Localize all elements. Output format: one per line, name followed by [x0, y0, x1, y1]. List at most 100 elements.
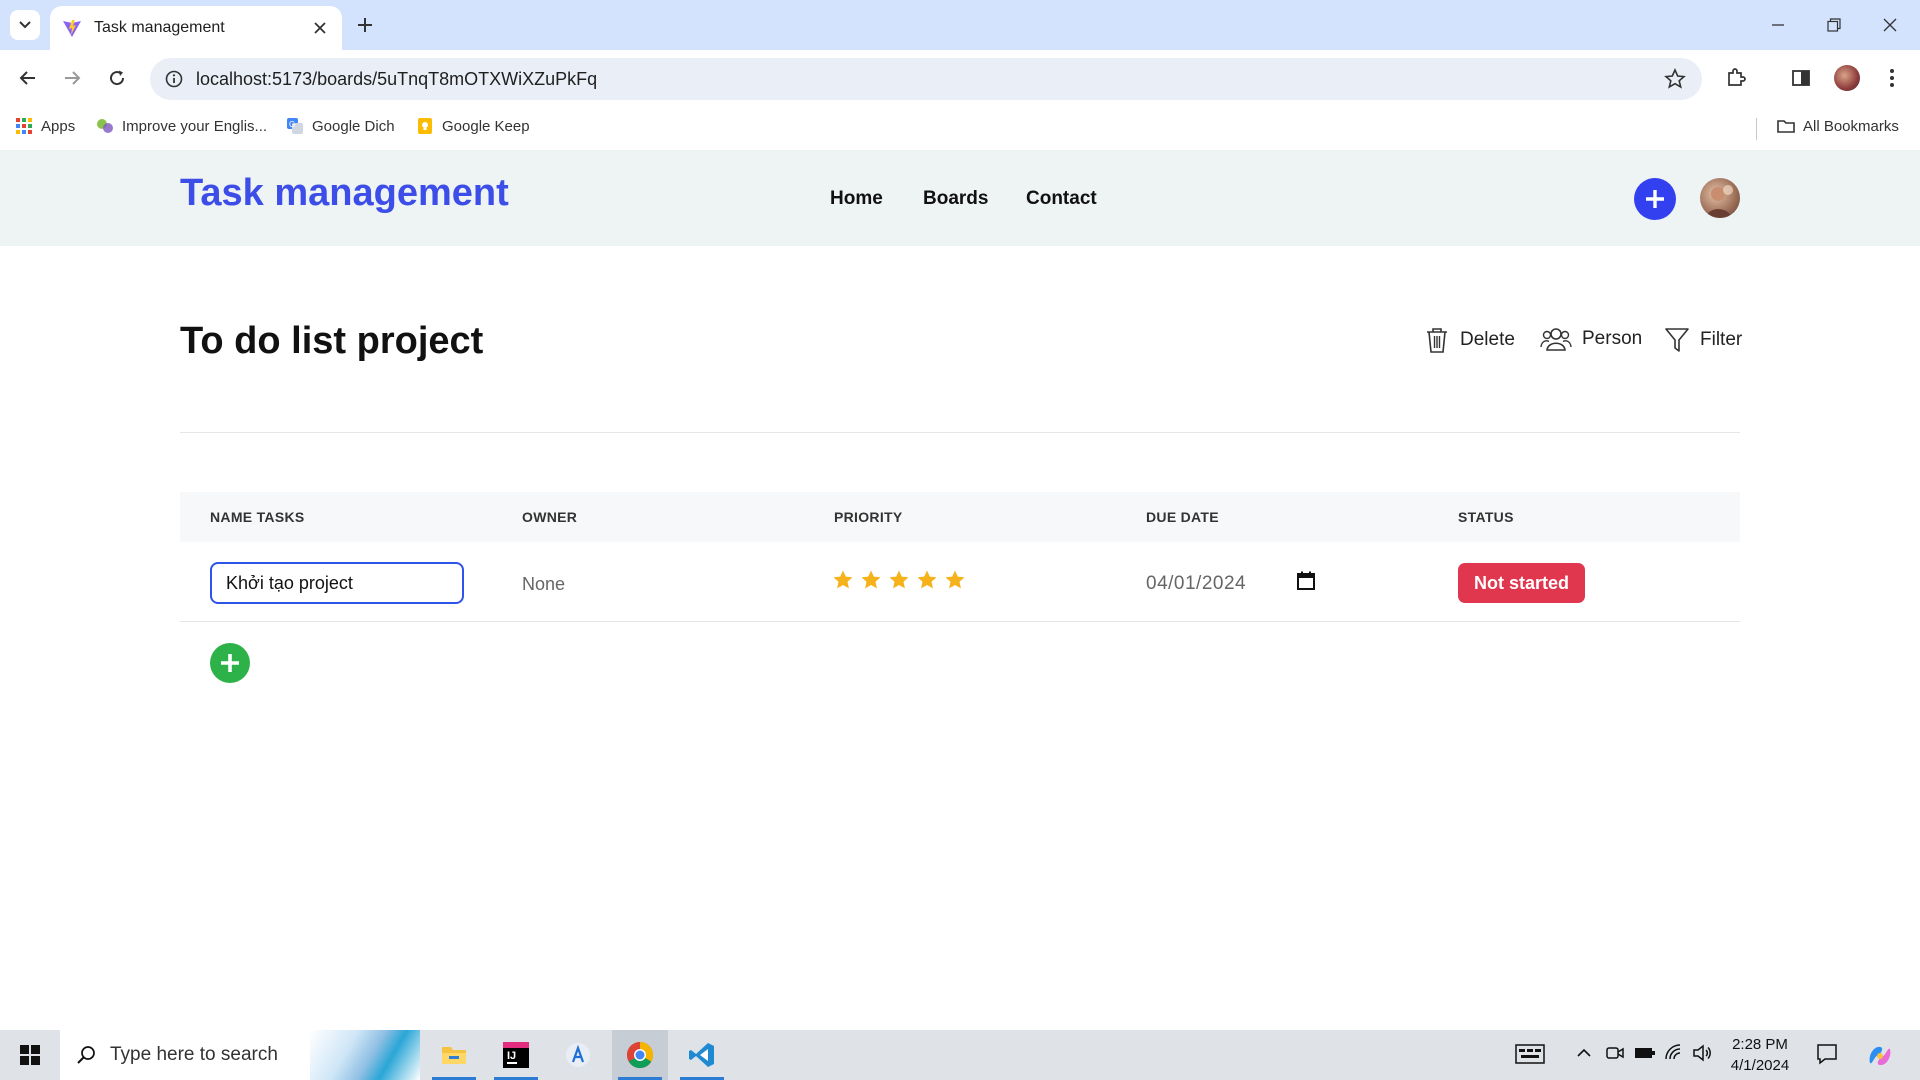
plus-icon — [1646, 190, 1664, 208]
person-label: Person — [1582, 328, 1643, 349]
notifications-icon[interactable] — [1816, 1043, 1838, 1065]
puzzle-icon — [1728, 68, 1746, 86]
search-icon — [77, 1046, 95, 1064]
star-icon[interactable] — [832, 569, 854, 591]
clock-date: 4/1/2024 — [1730, 1057, 1790, 1074]
taskbar-app-store[interactable] — [550, 1030, 606, 1080]
forward-button[interactable] — [56, 62, 88, 94]
show-hidden-icons-chevron-up-icon[interactable] — [1576, 1043, 1592, 1063]
bookmark-apps[interactable]: Apps — [15, 117, 75, 135]
search-highlight-image — [310, 1030, 420, 1080]
profile-avatar-button[interactable] — [1831, 62, 1863, 94]
nav-link-contact[interactable]: Contact — [1026, 188, 1097, 210]
side-panel-button[interactable] — [1785, 62, 1817, 94]
due-date-input[interactable]: 04/01/2024 — [1146, 573, 1246, 595]
bookmark-google-dich[interactable]: G Google Dich — [286, 117, 395, 135]
bookmark-improve-english[interactable]: Improve your Englis... — [96, 117, 267, 135]
address-bar[interactable]: localhost:5173/boards/5uTnqT8mOTXWiXZuPk… — [150, 58, 1702, 100]
user-photo-icon — [1706, 185, 1733, 218]
task-name-input[interactable] — [210, 562, 464, 604]
taskbar-vscode[interactable] — [674, 1030, 730, 1080]
browser-menu-button[interactable] — [1876, 62, 1908, 94]
copilot-icon[interactable] — [1866, 1043, 1894, 1069]
site-info-icon[interactable] — [154, 70, 194, 88]
taskbar-file-explorer[interactable] — [426, 1030, 482, 1080]
close-icon — [1883, 18, 1897, 32]
priority-rating[interactable] — [832, 569, 966, 591]
delete-button[interactable]: Delete — [1424, 326, 1515, 354]
reload-icon — [110, 70, 125, 86]
arrow-right-icon — [65, 71, 81, 85]
board-title: To do list project — [180, 320, 484, 362]
taskbar-clock[interactable]: 2:28 PM 4/1/2024 — [1710, 1034, 1810, 1076]
trash-icon — [1427, 328, 1447, 353]
bookmark-google-keep[interactable]: Google Keep — [416, 117, 530, 135]
file-explorer-icon — [442, 1047, 466, 1064]
plus-icon — [221, 654, 239, 672]
new-tab-button[interactable] — [352, 12, 378, 38]
bookmark-star-icon[interactable] — [1664, 68, 1686, 95]
person-button[interactable]: Person — [1540, 326, 1642, 352]
url-text: localhost:5173/boards/5uTnqT8mOTXWiXZuPk… — [196, 68, 598, 89]
user-avatar[interactable] — [1700, 178, 1740, 218]
column-header-priority: PRIORITY — [834, 509, 903, 525]
side-panel-icon — [1792, 70, 1810, 86]
arrow-left-icon — [19, 71, 35, 85]
restore-button[interactable] — [1806, 0, 1862, 50]
browser-tab[interactable]: Task management — [50, 6, 342, 50]
column-header-owner: OWNER — [522, 509, 578, 525]
browser-toolbar: localhost:5173/boards/5uTnqT8mOTXWiXZuPk… — [0, 50, 1920, 108]
svg-text:IJ: IJ — [507, 1050, 516, 1062]
nav-link-home[interactable]: Home — [830, 188, 883, 210]
all-bookmarks-button[interactable]: All Bookmarks — [1777, 117, 1899, 135]
meet-now-icon[interactable] — [1605, 1043, 1625, 1063]
reload-button[interactable] — [101, 62, 133, 94]
taskbar-intellij[interactable]: IJ — [488, 1030, 544, 1080]
more-vertical-icon — [1890, 69, 1894, 87]
column-header-name: NAME TASKS — [210, 509, 305, 525]
minimize-button[interactable] — [1750, 0, 1806, 50]
chevron-down-icon — [19, 21, 31, 29]
star-icon[interactable] — [916, 569, 938, 591]
star-icon[interactable] — [888, 569, 910, 591]
bookmarks-separator — [1756, 118, 1757, 140]
clock-time: 2:28 PM — [1732, 1036, 1788, 1053]
filter-label: Filter — [1700, 329, 1743, 350]
bookmark-label: Google Keep — [442, 117, 530, 135]
back-button[interactable] — [12, 62, 44, 94]
filter-button[interactable]: Filter — [1664, 326, 1742, 354]
status-badge[interactable]: Not started — [1458, 563, 1586, 603]
column-header-due-date: DUE DATE — [1146, 509, 1219, 525]
app-header: Task management Home Boards Contact — [0, 150, 1920, 246]
section-divider — [180, 432, 1740, 433]
start-button[interactable] — [0, 1030, 60, 1080]
app-store-icon — [566, 1043, 590, 1067]
add-board-button[interactable] — [1634, 178, 1676, 220]
calendar-icon[interactable] — [1296, 570, 1316, 597]
close-tab-icon[interactable] — [310, 18, 330, 38]
add-task-button[interactable] — [210, 643, 250, 683]
keyboard-layout-icon[interactable] — [1515, 1043, 1545, 1065]
table-row: None 04/01/2024 Not started — [180, 542, 1740, 622]
star-icon[interactable] — [944, 569, 966, 591]
chrome-icon — [626, 1041, 654, 1069]
all-bookmarks-label: All Bookmarks — [1803, 117, 1899, 135]
taskbar-search-box[interactable]: Type here to search — [60, 1030, 420, 1080]
delete-label: Delete — [1460, 329, 1515, 350]
app-brand[interactable]: Task management — [180, 172, 509, 215]
star-icon[interactable] — [860, 569, 882, 591]
nav-link-boards[interactable]: Boards — [923, 188, 988, 210]
tab-search-button[interactable] — [10, 10, 40, 40]
folder-icon — [1777, 120, 1795, 133]
google-translate-icon: G — [287, 118, 303, 134]
close-window-button[interactable] — [1862, 0, 1918, 50]
bookmarks-bar: Apps Improve your Englis... G Google Dic… — [0, 108, 1920, 150]
task-owner[interactable]: None — [522, 574, 565, 595]
extensions-button[interactable] — [1720, 62, 1752, 94]
taskbar-chrome[interactable] — [612, 1030, 668, 1080]
search-placeholder: Type here to search — [110, 1044, 278, 1065]
filter-icon — [1665, 328, 1689, 352]
wifi-icon[interactable] — [1664, 1043, 1684, 1063]
battery-icon[interactable] — [1634, 1043, 1656, 1063]
people-icon — [1540, 328, 1572, 351]
